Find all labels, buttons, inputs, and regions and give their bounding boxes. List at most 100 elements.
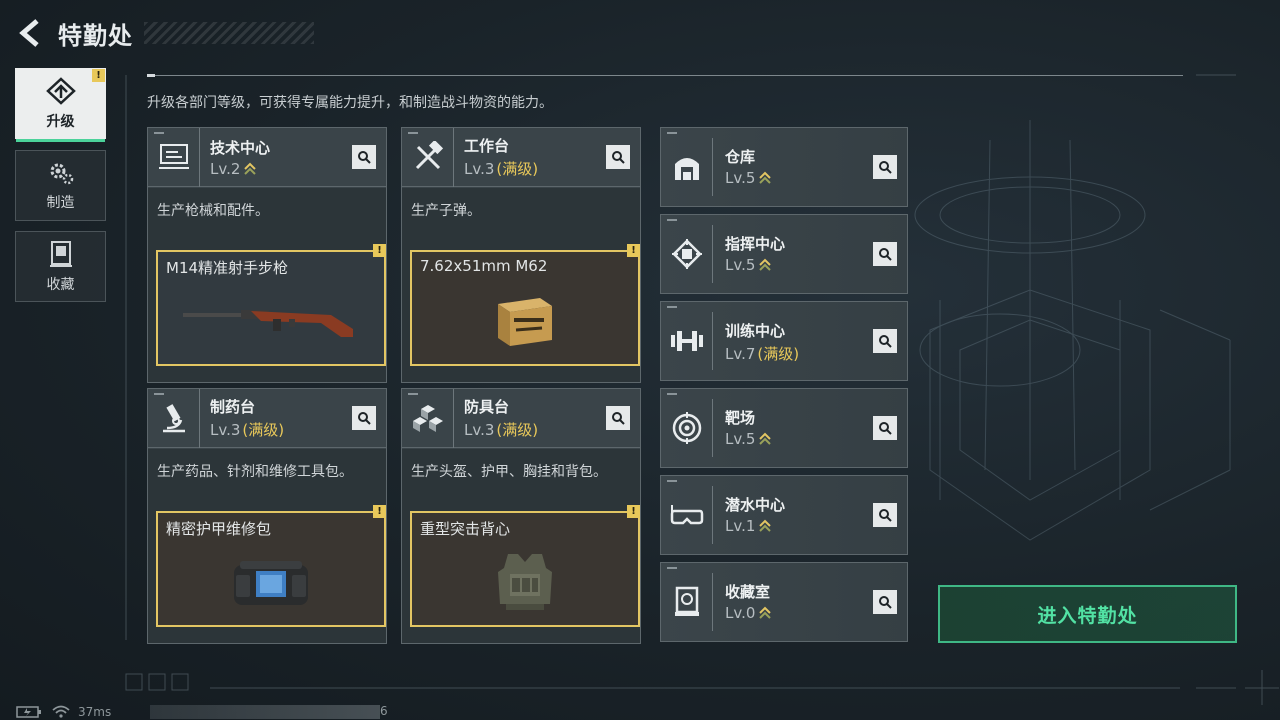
department-row-diving-center[interactable]: 潜水中心 Lv.1 [660, 475, 908, 555]
inspect-button[interactable] [873, 590, 897, 614]
department-level: Lv.5 [725, 430, 756, 448]
inspect-button[interactable] [352, 406, 376, 430]
back-button[interactable] [14, 17, 46, 49]
search-icon [879, 596, 892, 609]
card-header: 防具台 Lv.3 (满级) [402, 388, 640, 448]
search-icon [879, 248, 892, 261]
upgrade-arrow-icon [45, 76, 76, 105]
status-bar: 37ms 6 [16, 704, 388, 720]
inspect-button[interactable] [873, 416, 897, 440]
facility-level: Lv.3 [210, 420, 241, 439]
facility-name: 工作台 [464, 137, 510, 155]
back-chevron-icon [19, 19, 39, 47]
search-icon [358, 412, 371, 425]
wifi-icon [52, 705, 70, 718]
facility-card-workbench[interactable]: 工作台 Lv.3 (满级) 生产子弹。 7.62x51mm M62 ! [401, 127, 641, 383]
inspect-button[interactable] [352, 145, 376, 169]
department-level: Lv.1 [725, 517, 756, 535]
department-level: Lv.0 [725, 604, 756, 622]
inspect-button[interactable] [873, 329, 897, 353]
featured-item-slot[interactable]: 精密护甲维修包 ! [156, 505, 386, 627]
item-name: M14精准射手步枪 [166, 259, 289, 277]
workbench-tools-icon [402, 127, 454, 187]
search-icon [879, 161, 892, 174]
featured-item-slot[interactable]: 7.62x51mm M62 ! [410, 244, 640, 366]
tab-craft[interactable]: 制造 [15, 150, 106, 221]
featured-item-slot[interactable]: M14精准射手步枪 ! [156, 244, 386, 366]
active-indicator [16, 139, 105, 142]
header: 特勤处 [14, 14, 314, 52]
max-level-tag: (满级) [496, 160, 539, 178]
microscope-icon [148, 388, 200, 448]
max-level-tag: (满级) [242, 421, 285, 439]
display-case-icon [661, 573, 713, 631]
inspect-button[interactable] [606, 406, 630, 430]
upgrade-chevron-icon [759, 171, 772, 184]
vest-image [412, 541, 638, 621]
enter-special-ops-button[interactable]: 进入特勤处 [938, 585, 1237, 643]
facility-name: 防具台 [464, 398, 510, 416]
upgrade-chevron-icon [244, 162, 257, 175]
search-icon [612, 412, 625, 425]
item-name: 7.62x51mm M62 [420, 257, 548, 275]
search-icon [879, 509, 892, 522]
facility-card-armor-bench[interactable]: 防具台 Lv.3 (满级) 生产头盔、护甲、胸挂和背包。 重型突击背心 ! [401, 388, 641, 644]
search-icon [879, 422, 892, 435]
command-chip-icon [661, 225, 713, 283]
item-name: 重型突击背心 [420, 520, 511, 538]
header-decoration [144, 22, 314, 44]
inspect-button[interactable] [873, 503, 897, 527]
rifle-image [158, 280, 384, 360]
armor-blocks-icon [402, 388, 454, 448]
page-description: 升级各部门等级，可获得专属能力提升，和制造战斗物资的能力。 [147, 95, 553, 111]
upgrade-chevron-icon [759, 258, 772, 271]
page-title: 特勤处 [58, 21, 133, 50]
department-level: Lv.5 [725, 169, 756, 187]
facility-card-tech-center[interactable]: 技术中心 Lv.2 生产枪械和配件。 M14精准射手步枪 ! [147, 127, 387, 383]
department-row-collection-room[interactable]: 收藏室 Lv.0 [660, 562, 908, 642]
department-row-command-center[interactable]: 指挥中心 Lv.5 [660, 214, 908, 294]
department-row-warehouse[interactable]: 仓库 Lv.5 [660, 127, 908, 207]
diving-mask-icon [661, 486, 713, 544]
facility-level: Lv.3 [464, 159, 495, 178]
warehouse-icon [661, 138, 713, 196]
alert-badge: ! [627, 505, 640, 518]
search-icon [612, 151, 625, 164]
tab-upgrade-label: 升级 [46, 113, 75, 130]
production-text: 生产枪械和配件。 [157, 203, 269, 219]
facility-name: 制药台 [210, 398, 256, 416]
search-icon [358, 151, 371, 164]
alert-badge: ! [373, 505, 386, 518]
inspect-button[interactable] [873, 155, 897, 179]
item-name: 精密护甲维修包 [166, 520, 272, 538]
collection-icon [49, 240, 72, 267]
card-header: 制药台 Lv.3 (满级) [148, 388, 386, 448]
max-level-tag: (满级) [757, 345, 800, 363]
card-header: 工作台 Lv.3 (满级) [402, 127, 640, 187]
tab-craft-label: 制造 [46, 194, 75, 211]
facility-card-pharmacy[interactable]: 制药台 Lv.3 (满级) 生产药品、针剂和维修工具包。 精密护甲维修包 ! [147, 388, 387, 644]
inspect-button[interactable] [606, 145, 630, 169]
upgrade-chevron-icon [759, 519, 772, 532]
alert-badge: ! [92, 69, 105, 82]
upgrade-chevron-icon [759, 432, 772, 445]
ping-value: 37ms [78, 705, 112, 719]
max-level-tag: (满级) [496, 421, 539, 439]
alert-badge: ! [627, 244, 640, 257]
status-trailing: 6 [380, 704, 388, 718]
battery-icon [16, 706, 41, 718]
department-name: 训练中心 [725, 322, 786, 340]
department-name: 潜水中心 [725, 496, 786, 514]
production-text: 生产头盔、护甲、胸挂和背包。 [411, 464, 607, 480]
tab-collection[interactable]: 收藏 [15, 231, 106, 302]
tab-collection-label: 收藏 [46, 276, 75, 293]
tab-upgrade[interactable]: 升级 ! [15, 68, 106, 142]
department-row-shooting-range[interactable]: 靶场 Lv.5 [660, 388, 908, 468]
department-row-training-center[interactable]: 训练中心 Lv.7 (满级) [660, 301, 908, 381]
featured-item-slot[interactable]: 重型突击背心 ! [410, 505, 640, 627]
target-icon [661, 399, 713, 457]
ammo-box-image [412, 280, 638, 360]
inspect-button[interactable] [873, 242, 897, 266]
card-header: 技术中心 Lv.2 [148, 127, 386, 187]
department-name: 指挥中心 [725, 235, 786, 253]
